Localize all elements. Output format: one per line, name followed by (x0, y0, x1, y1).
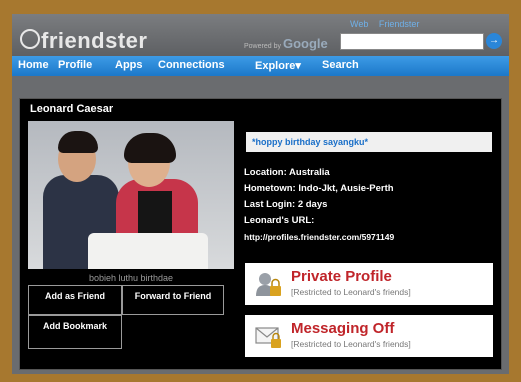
search-input[interactable] (340, 33, 484, 50)
logo-text: friendster (41, 28, 148, 53)
nav-explore[interactable]: Explore▾ (255, 59, 301, 72)
profile-photo[interactable] (28, 121, 234, 269)
add-friend-button[interactable]: Add as Friend (28, 285, 122, 315)
search-scope: Web Friendster (342, 19, 419, 29)
messaging-off-title: Messaging Off (291, 320, 395, 337)
window-frame: friendster Web Friendster Powered by Goog… (0, 0, 521, 382)
page: friendster Web Friendster Powered by Goog… (12, 14, 509, 374)
messaging-off-subtitle: [Restricted to Leonard's friends] (291, 339, 411, 349)
google-powered-text: Powered by (244, 43, 281, 50)
header-bar: friendster Web Friendster Powered by Goog… (12, 14, 509, 56)
profile-url[interactable]: http://profiles.friendster.com/5971149 (244, 229, 394, 245)
nav-apps[interactable]: Apps (115, 59, 143, 71)
friendster-logo[interactable]: friendster (20, 28, 147, 54)
profile-info: Location: Australia Hometown: Indo-Jkt, … (244, 165, 394, 245)
nav-profile[interactable]: Profile (58, 59, 92, 71)
private-profile-card: Private Profile [Restricted to Leonard's… (245, 263, 493, 305)
add-bookmark-button[interactable]: Add Bookmark (28, 315, 122, 349)
messaging-off-card: Messaging Off [Restricted to Leonard's f… (245, 315, 493, 357)
nav-home[interactable]: Home (18, 59, 49, 71)
url-label: Leonard's URL: (244, 215, 315, 226)
location-text: Location: Australia (244, 167, 330, 178)
google-branding: Powered by Google (244, 36, 328, 51)
lock-user-icon (256, 273, 281, 296)
private-profile-title: Private Profile (291, 268, 392, 285)
google-label: Google (282, 36, 328, 51)
profile-panel: Leonard Caesar bobieh luthu birthdae Add… (19, 98, 502, 370)
logo-icon (20, 29, 40, 49)
forward-friend-button[interactable]: Forward to Friend (122, 285, 224, 315)
photo-caption: bobieh luthu birthdae (88, 273, 174, 283)
search-scope-friendster[interactable]: Friendster (379, 19, 420, 29)
last-login-text: Last Login: 2 days (244, 199, 328, 210)
envelope-lock-icon (255, 327, 281, 348)
search-scope-web[interactable]: Web (350, 19, 368, 29)
search-go-button[interactable]: → (486, 33, 502, 49)
main-nav: Home Profile Apps Connections Explore▾ S… (12, 56, 509, 76)
nav-search[interactable]: Search (322, 59, 359, 71)
status-message: *hoppy birthday sayangku* (246, 132, 492, 152)
private-profile-subtitle: [Restricted to Leonard's friends] (291, 287, 411, 297)
hometown-text: Hometown: Indo-Jkt, Ausie-Perth (244, 183, 394, 194)
nav-connections[interactable]: Connections (158, 59, 225, 71)
profile-name: Leonard Caesar (30, 103, 114, 115)
